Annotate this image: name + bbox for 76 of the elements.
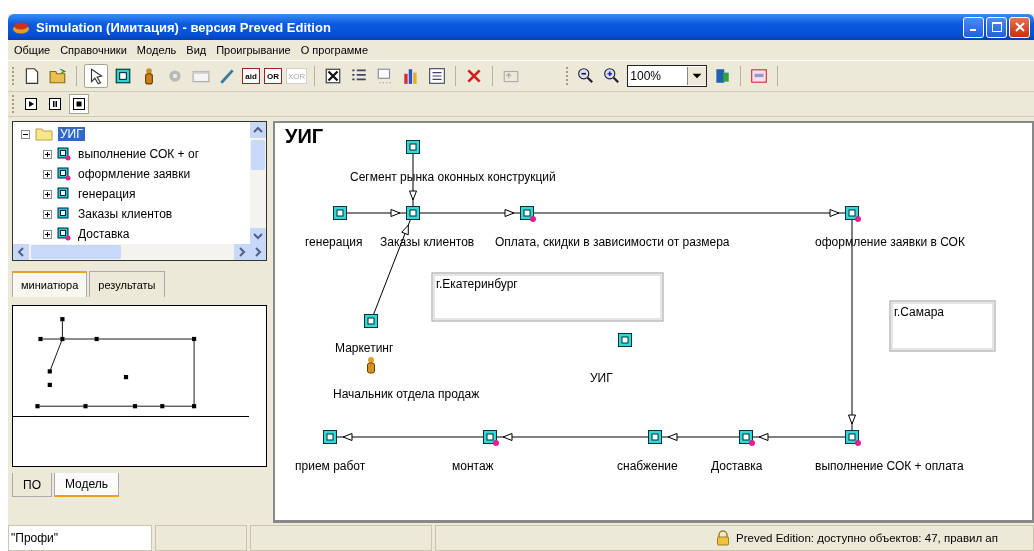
tab[interactable]: ПО (12, 473, 52, 497)
node-label: оформление заявки в СОК (815, 235, 965, 249)
tab[interactable]: миниатюра (12, 271, 88, 297)
node-label: Оплата, скидки в зависимости от размера (495, 235, 730, 249)
zoom-dropdown[interactable]: 100% (627, 65, 708, 87)
process-node[interactable] (333, 206, 347, 220)
process-node[interactable] (648, 430, 662, 444)
scroll-left-icon[interactable] (13, 244, 29, 260)
connector-arrow (346, 209, 407, 217)
tree-item[interactable]: генерация (76, 187, 138, 201)
close-icon[interactable] (1014, 22, 1025, 32)
status-mode: "Профи" (8, 525, 152, 551)
note-text: г.Самара (894, 305, 944, 319)
collapse-toggle[interactable] (21, 129, 30, 139)
menu-item[interactable]: Общие (14, 44, 51, 56)
gate-button[interactable]: aid (242, 68, 260, 84)
diagram-title: УИГ (285, 125, 324, 147)
scroll-up-icon[interactable] (250, 122, 266, 138)
node-label: Маркетинг (335, 341, 394, 355)
expand-toggle[interactable] (43, 209, 52, 219)
note-text: г.Екатеринбург (436, 277, 518, 291)
scroll-thumb[interactable] (31, 245, 121, 259)
node-label: прием работ (295, 459, 366, 473)
expand-toggle[interactable] (43, 229, 52, 239)
scroll-down-icon[interactable] (250, 228, 266, 244)
gate-button[interactable]: OR (264, 68, 282, 84)
stop-button[interactable] (69, 94, 89, 114)
minimize-button[interactable] (963, 16, 984, 38)
menu-item[interactable]: Вид (186, 44, 207, 56)
menu-item[interactable]: Справочники (60, 44, 127, 56)
tree-item[interactable]: Доставка (76, 227, 132, 241)
tree-item[interactable]: выполнение СОК + ог (76, 147, 201, 161)
process-node[interactable] (364, 314, 378, 328)
process-node[interactable] (739, 430, 755, 446)
scroll-right-icon[interactable] (234, 244, 250, 260)
process-node[interactable] (845, 206, 861, 222)
process-node[interactable] (483, 430, 499, 446)
folder-icon (35, 127, 53, 141)
window-title: Simulation (Имитация) - версия Preved Edition (36, 19, 331, 35)
expand-toggle[interactable] (43, 169, 52, 179)
process-node[interactable] (406, 140, 420, 154)
tree-item[interactable]: УИГ (58, 127, 85, 141)
process-node[interactable] (520, 206, 536, 222)
process-node[interactable] (406, 206, 420, 220)
tree-item[interactable]: оформление заявки (76, 167, 193, 181)
process-node[interactable] (323, 430, 337, 444)
node-label: Доставка (711, 459, 763, 473)
scroll-thumb[interactable] (251, 140, 265, 170)
app-icon (12, 20, 30, 34)
tree-item[interactable]: Заказы клиентов (76, 207, 175, 221)
process-node[interactable] (618, 333, 632, 347)
note-box[interactable] (431, 272, 664, 322)
node-label: Начальник отдела продаж (333, 387, 480, 401)
expand-toggle[interactable] (43, 149, 52, 159)
vertical-scrollbar[interactable] (250, 122, 266, 244)
horizontal-scrollbar[interactable] (13, 244, 266, 260)
node-label: выполнение СОК + оплата (815, 459, 964, 473)
menu-item[interactable]: Модель (136, 44, 177, 56)
tab[interactable]: результаты (89, 271, 165, 297)
maximize-icon[interactable] (991, 22, 1002, 32)
menu-item[interactable]: О программе (300, 44, 368, 56)
node-label: снабжение (617, 459, 678, 473)
process-node[interactable] (845, 430, 861, 446)
node-label: Сегмент рынка оконных конструкций (350, 170, 556, 184)
status-message: Preved Edition: доступно объектов: 47, правил ап (736, 532, 998, 544)
expand-toggle[interactable] (43, 189, 52, 199)
node-label: генерация (305, 235, 363, 249)
pointer-icon[interactable] (84, 64, 108, 88)
lock-icon (716, 530, 730, 546)
tab[interactable]: Модель (53, 473, 120, 497)
menu-item[interactable]: Проигрывание (216, 44, 291, 56)
person-figure[interactable] (367, 357, 375, 374)
maximize-button[interactable] (986, 16, 1007, 38)
node-label: монтаж (452, 459, 494, 473)
node-label: УИГ (590, 371, 613, 385)
close-button[interactable] (1009, 16, 1030, 38)
